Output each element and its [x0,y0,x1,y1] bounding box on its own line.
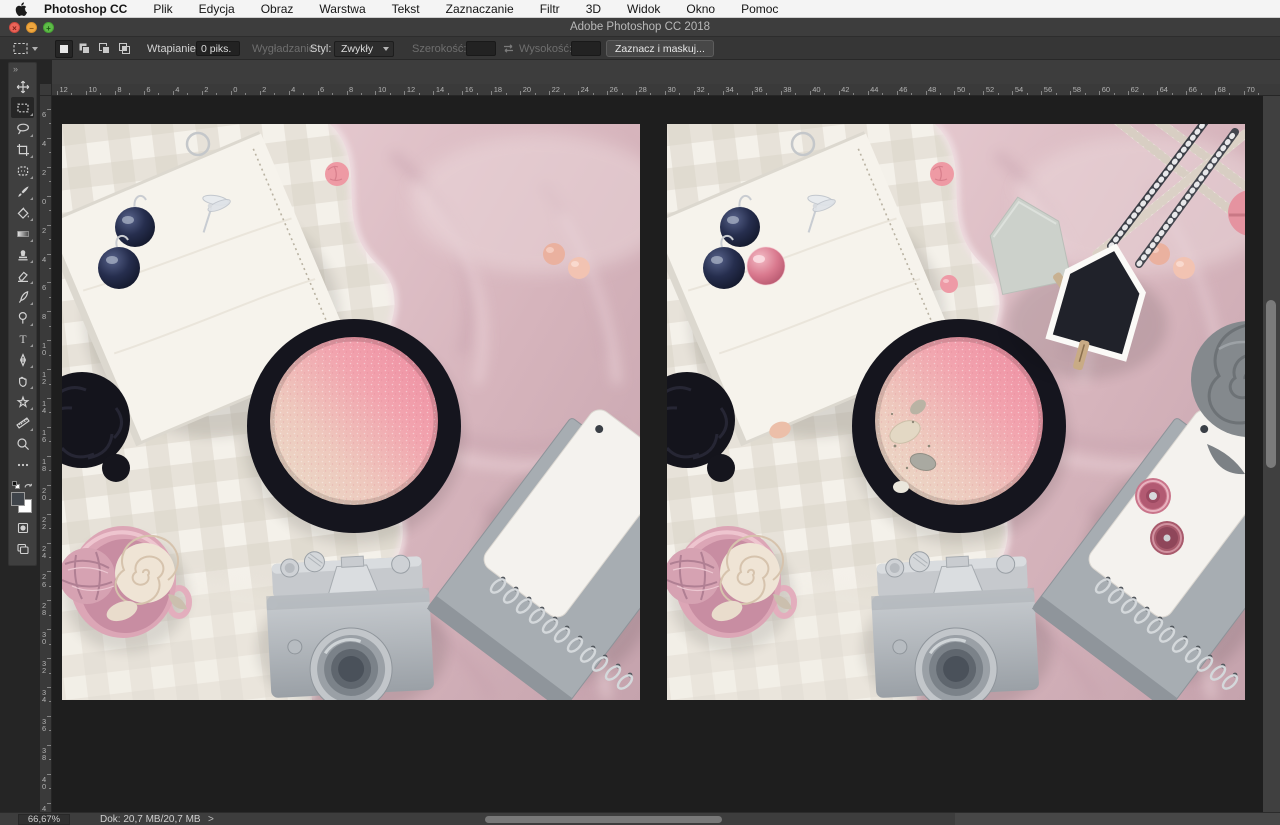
move-tool[interactable] [11,76,34,97]
vertical-scrollbar[interactable] [1263,96,1280,812]
select-and-mask-button[interactable]: Zaznacz i maskuj... [606,40,714,57]
antialias-label: Wygładzanie [252,43,315,55]
horizontal-scrollbar-track[interactable] [955,813,1280,825]
width-input[interactable] [466,41,496,56]
crop-tool[interactable] [11,139,34,160]
subtract-from-selection-button[interactable] [95,40,113,58]
status-bar: 66,67% Dok: 20,7 MB/20,7 MB > [0,812,1280,825]
style-label: Styl: [310,43,331,55]
foreground-color-swatch[interactable] [11,492,25,506]
intersect-selection-button[interactable] [115,40,133,58]
toolbar-tools: T [9,76,36,475]
lasso-tool[interactable] [11,118,34,139]
clone-stamp-tool[interactable] [11,244,34,265]
window-title: Adobe Photoshop CC 2018 [0,18,1280,37]
menu-item-obraz[interactable]: Obraz [248,2,307,16]
more-options[interactable] [11,454,34,475]
toolbar-collapse-button[interactable]: » [9,63,36,76]
feather-label: Wtapianie: [147,43,199,55]
menu-item-tekst[interactable]: Tekst [379,2,433,16]
rectangular-marquee-tool[interactable] [11,97,34,118]
shape-tool[interactable] [11,391,34,412]
width-label: Szerokość: [412,43,466,55]
canvas-image-left[interactable] [62,124,640,700]
swap-width-height-icon[interactable] [502,37,515,60]
menu-item-zaznaczanie[interactable]: Zaznaczanie [433,2,527,16]
chevron-down-icon [383,47,389,51]
ruler-vertical[interactable]: 642024681 01 21 41 61 82 02 22 42 62 83 … [40,96,52,812]
healing-brush-tool[interactable] [11,160,34,181]
hand-tool[interactable] [11,370,34,391]
style-dropdown[interactable]: Zwykły [334,41,394,57]
ruler-tool[interactable] [11,412,34,433]
zoom-level-field[interactable]: 66,67% [18,814,70,825]
brush-tool[interactable] [11,181,34,202]
close-button[interactable]: × [9,22,20,33]
zoom-button[interactable]: + [43,22,54,33]
dodge-tool[interactable] [11,307,34,328]
menu-item-3d[interactable]: 3D [573,2,614,16]
apple-menu-icon[interactable] [14,2,27,16]
pasteboard[interactable] [52,96,1280,812]
horizontal-scrollbar-thumb[interactable] [485,816,722,823]
screen-mode-button[interactable] [11,538,34,559]
vertical-scrollbar-thumb[interactable] [1266,300,1276,468]
pen-tool[interactable] [11,349,34,370]
menu-bar: Photoshop CC PlikEdycjaObrazWarstwaTekst… [0,0,1280,18]
ruler-origin-corner[interactable] [40,84,52,96]
default-colors-icon[interactable] [12,481,17,486]
height-label: Wysokość: [519,43,572,55]
menu-item-edycja[interactable]: Edycja [186,2,248,16]
type-tool[interactable]: T [11,328,34,349]
ruler-horizontal[interactable]: 1210864202468101214161820222426283032343… [52,84,1280,96]
gradient-tool[interactable] [11,223,34,244]
chevron-down-icon [32,47,38,51]
menu-item-filtr[interactable]: Filtr [527,2,573,16]
add-to-selection-button[interactable] [75,40,93,58]
new-selection-button[interactable] [55,40,73,58]
paint-bucket-tool[interactable] [11,202,34,223]
menu-items: PlikEdycjaObrazWarstwaTekstZaznaczanieFi… [140,2,791,16]
menu-item-pomoc[interactable]: Pomoc [728,2,791,16]
svg-text:T: T [19,334,26,346]
menu-app-name[interactable]: Photoshop CC [31,2,140,16]
menu-item-plik[interactable]: Plik [140,2,185,16]
history-brush-tool[interactable] [11,286,34,307]
height-input[interactable] [571,41,601,56]
feather-input[interactable]: 0 piks. [196,41,240,56]
menu-item-warstwa[interactable]: Warstwa [306,2,378,16]
options-bar: Wtapianie: 0 piks. Wygładzanie Styl: Zwy… [0,37,1280,60]
zoom-tool[interactable] [11,433,34,454]
selection-mode-buttons [55,37,135,60]
document-size-info: Dok: 20,7 MB/20,7 MB [100,813,201,825]
canvas-image-right[interactable] [667,124,1245,700]
tools-panel: » T [8,62,37,566]
minimize-button[interactable]: − [26,22,37,33]
status-options-chevron[interactable]: > [208,813,214,825]
eraser-tool[interactable] [11,265,34,286]
menu-item-widok[interactable]: Widok [614,2,673,16]
window-title-bar: Adobe Photoshop CC 2018 × − + [0,18,1280,37]
document-frame-strip [0,60,1280,84]
tool-preset-picker[interactable] [12,37,38,60]
photoshop-app: Photoshop CC PlikEdycjaObrazWarstwaTekst… [0,0,1280,825]
quick-mask-button[interactable] [11,517,34,538]
menu-item-okno[interactable]: Okno [673,2,728,16]
